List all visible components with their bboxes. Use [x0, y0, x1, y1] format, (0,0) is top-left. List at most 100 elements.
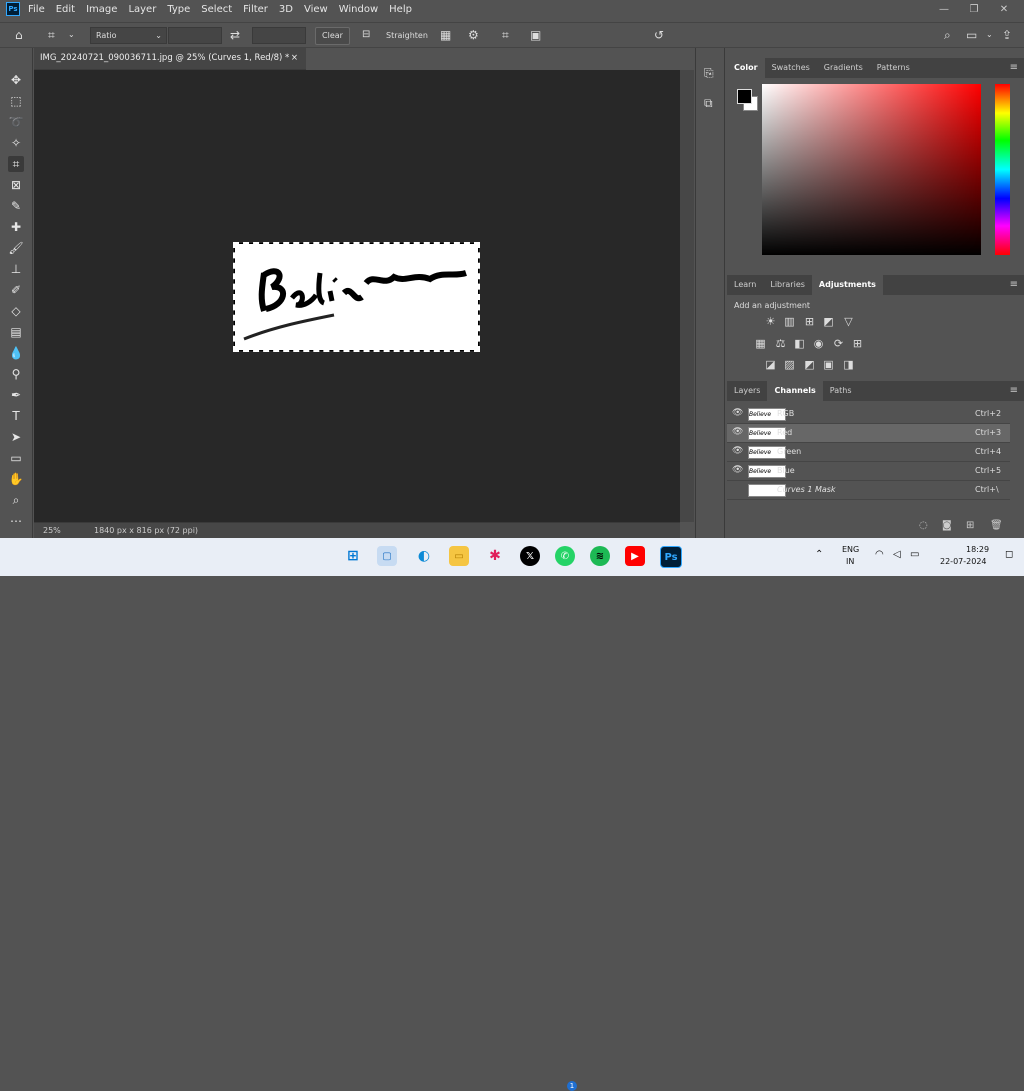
eraser-tool-icon[interactable]: ◇: [8, 303, 24, 319]
gear-icon[interactable]: ⚙: [468, 27, 479, 43]
language-code[interactable]: ENG: [842, 545, 859, 554]
dodge-tool-icon[interactable]: ⚲: [8, 366, 24, 382]
panel-menu-icon[interactable]: ≡: [1010, 58, 1018, 78]
visibility-eye-icon[interactable]: 👁: [732, 408, 743, 418]
tab-color[interactable]: Color: [727, 58, 765, 78]
menu-layer[interactable]: Layer: [128, 4, 156, 15]
tab-adjustments[interactable]: Adjustments: [811, 275, 883, 295]
crop-tool-icon[interactable]: ⌗: [8, 156, 24, 172]
tab-libraries[interactable]: Libraries: [763, 275, 812, 295]
tab-paths[interactable]: Paths: [823, 381, 859, 401]
visibility-eye-icon[interactable]: 👁: [732, 465, 743, 475]
gradient-tool-icon[interactable]: ▤: [8, 324, 24, 340]
zoom-tool-icon[interactable]: ⌕: [8, 492, 24, 508]
menu-edit[interactable]: Edit: [56, 4, 75, 15]
menu-select[interactable]: Select: [201, 4, 232, 15]
height-input[interactable]: [252, 27, 306, 44]
photo-filter-icon[interactable]: ◉: [812, 338, 825, 349]
ratio-select[interactable]: Ratio ⌄: [90, 27, 167, 44]
type-tool-icon[interactable]: T: [8, 408, 24, 424]
rectangle-tool-icon[interactable]: ▭: [8, 450, 24, 466]
channel-row-green[interactable]: 👁 Believe Green Ctrl+4: [727, 443, 1010, 462]
black-white-icon[interactable]: ◧: [793, 338, 806, 349]
zoom-level[interactable]: 25%: [43, 523, 61, 539]
menu-view[interactable]: View: [304, 4, 328, 15]
reset-icon[interactable]: ↺: [654, 27, 664, 43]
panel-menu-icon[interactable]: ≡: [1010, 275, 1018, 295]
channel-row-red[interactable]: 👁 Believe Red Ctrl+3: [727, 424, 1010, 443]
clock-time[interactable]: 18:29: [966, 545, 989, 554]
frame-tool-icon[interactable]: ⊠: [8, 177, 24, 193]
tab-channels[interactable]: Channels: [767, 381, 823, 401]
menu-window[interactable]: Window: [339, 4, 378, 15]
close-window-button[interactable]: ✕: [990, 0, 1018, 18]
curves-icon[interactable]: ⊞: [803, 316, 816, 327]
search-icon[interactable]: ⌕: [944, 27, 951, 43]
tab-learn[interactable]: Learn: [727, 275, 763, 295]
spotify-icon[interactable]: ≋: [590, 546, 610, 566]
clear-button[interactable]: Clear: [315, 27, 350, 45]
menu-image[interactable]: Image: [86, 4, 117, 15]
stamp-tool-icon[interactable]: ⊥: [8, 261, 24, 277]
foreground-color-swatch[interactable]: [737, 89, 752, 104]
gradient-map-icon[interactable]: ◨: [842, 359, 855, 370]
pen-tool-icon[interactable]: ✒: [8, 387, 24, 403]
visibility-eye-icon[interactable]: 👁: [732, 446, 743, 456]
chevron-down-icon[interactable]: ⌄: [68, 27, 75, 43]
whatsapp-icon[interactable]: ✆: [555, 546, 575, 566]
selective-color-icon[interactable]: ▣: [822, 359, 835, 370]
menu-3d[interactable]: 3D: [279, 4, 293, 15]
more-tools-icon[interactable]: ⋯: [8, 513, 24, 529]
wifi-icon[interactable]: ◠: [875, 549, 884, 560]
straighten-icon[interactable]: ⊟: [362, 27, 370, 43]
new-channel-icon[interactable]: ⊞: [966, 520, 974, 531]
brush-tool-icon[interactable]: 🖌: [8, 240, 24, 256]
channel-row-rgb[interactable]: 👁 Believe RGB Ctrl+2: [727, 405, 1010, 424]
width-input[interactable]: [168, 27, 222, 44]
tab-patterns[interactable]: Patterns: [870, 58, 917, 78]
tab-layers[interactable]: Layers: [727, 381, 767, 401]
move-tool-icon[interactable]: ✥: [8, 72, 24, 88]
chevron-up-icon[interactable]: ⌃: [815, 549, 823, 560]
lasso-tool-icon[interactable]: ➰: [8, 114, 24, 130]
tab-swatches[interactable]: Swatches: [765, 58, 817, 78]
workspace-icon[interactable]: ▭: [966, 27, 977, 43]
panel-menu-icon[interactable]: ≡: [1010, 381, 1018, 401]
vibrance-icon[interactable]: ▽: [842, 316, 855, 327]
marquee-tool-icon[interactable]: ⬚: [8, 93, 24, 109]
windows-start-icon[interactable]: ⊞: [343, 546, 363, 566]
channel-mixer-icon[interactable]: ⟳: [832, 338, 845, 349]
straighten-label[interactable]: Straighten: [386, 31, 428, 40]
brightness-icon[interactable]: ☀: [764, 316, 777, 327]
menu-file[interactable]: File: [28, 4, 45, 15]
document-tab[interactable]: IMG_20240721_090036711.jpg @ 25% (Curves…: [34, 48, 306, 70]
invert-icon[interactable]: ◪: [764, 359, 777, 370]
posterize-icon[interactable]: ▨: [783, 359, 796, 370]
levels-icon[interactable]: ▥: [783, 316, 796, 327]
document-info[interactable]: 1840 px x 816 px (72 ppi): [94, 523, 198, 539]
history-brush-tool-icon[interactable]: ✐: [8, 282, 24, 298]
file-viewer-icon[interactable]: ▢: [377, 546, 397, 566]
eyedropper-tool-icon[interactable]: ✎: [8, 198, 24, 214]
minimize-button[interactable]: —: [930, 0, 958, 18]
hue-saturation-icon[interactable]: ▦: [754, 338, 767, 349]
load-selection-icon[interactable]: ◌: [919, 520, 928, 531]
battery-icon[interactable]: ▭: [910, 549, 919, 560]
channel-row-blue[interactable]: 👁 Believe Blue Ctrl+5: [727, 462, 1010, 481]
region-code[interactable]: IN: [846, 557, 854, 566]
x-app-icon[interactable]: 𝕏: [520, 546, 540, 566]
home-icon[interactable]: ⌂: [15, 27, 23, 43]
trash-icon[interactable]: 🗑: [990, 520, 1003, 531]
menu-filter[interactable]: Filter: [243, 4, 268, 15]
magic-wand-tool-icon[interactable]: ✧: [8, 135, 24, 151]
slack-icon[interactable]: ✱: [485, 546, 505, 566]
notification-bell-icon[interactable]: ◻: [1005, 549, 1013, 560]
history-icon[interactable]: ⎘: [704, 66, 714, 81]
exposure-icon[interactable]: ◩: [822, 316, 835, 327]
crop-tool-icon[interactable]: ⌗: [48, 27, 55, 43]
file-explorer-icon[interactable]: ▭: [449, 546, 469, 566]
visibility-eye-icon[interactable]: 👁: [732, 427, 743, 437]
speaker-icon[interactable]: ◁: [893, 549, 901, 560]
blur-tool-icon[interactable]: 💧: [8, 345, 24, 361]
vertical-scrollbar[interactable]: [680, 70, 694, 522]
